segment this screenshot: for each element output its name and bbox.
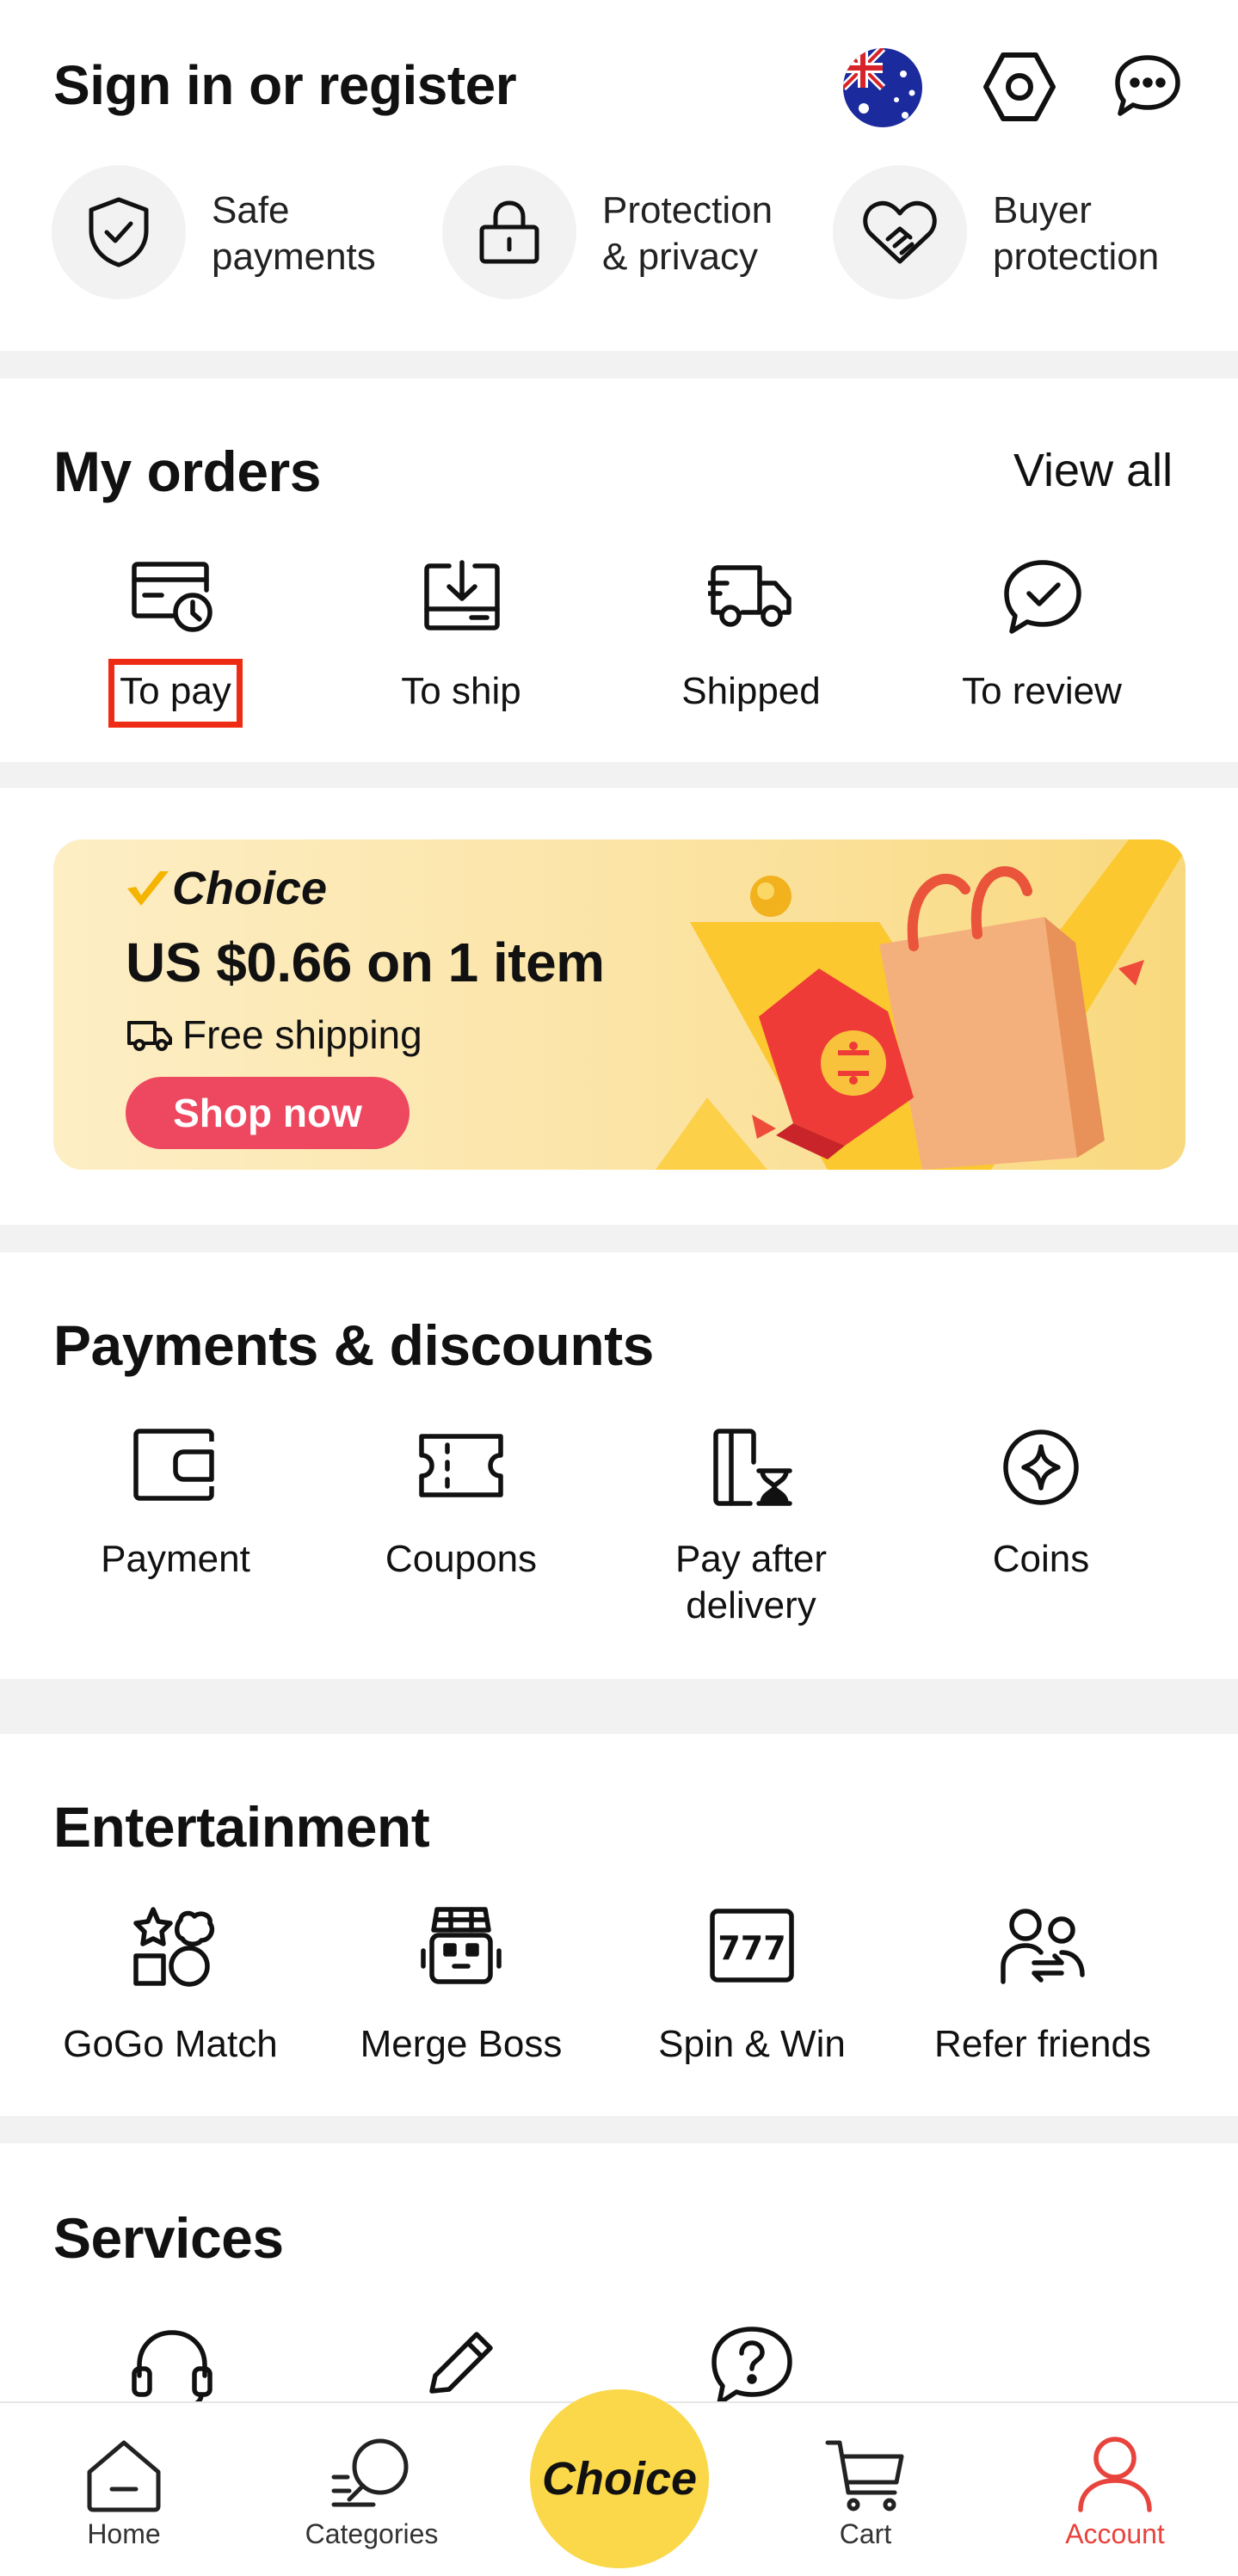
card-hourglass-icon xyxy=(712,1428,795,1507)
svg-text:777: 777 xyxy=(718,1929,785,1967)
services-section: Services xyxy=(0,2143,1238,2409)
entertainment-title: Entertainment xyxy=(53,1795,430,1859)
australia-flag-icon[interactable] xyxy=(843,48,922,127)
tab-cart[interactable]: Cart xyxy=(779,2438,952,2550)
services-title: Services xyxy=(53,2206,284,2270)
pay-after-delivery-label: Pay after delivery xyxy=(674,1538,828,1626)
safe-payments-label: Safe payments xyxy=(212,189,376,278)
choice-badge: Choice xyxy=(541,2453,698,2505)
delivery-truck-icon xyxy=(127,1021,172,1051)
handshake-heart-icon xyxy=(833,165,967,299)
payment-label: Payment xyxy=(101,1538,250,1580)
headset-icon[interactable] xyxy=(129,2324,215,2410)
tab-categories[interactable]: Categories xyxy=(286,2434,458,2550)
to-pay-label: To pay xyxy=(120,670,231,712)
view-all-link[interactable]: View all xyxy=(1013,444,1173,497)
orders-section: My orders View all To pay To ship Shippe… xyxy=(0,378,1238,762)
payment-item[interactable]: Payment xyxy=(81,1428,270,1634)
coupons-item[interactable]: Coupons xyxy=(366,1428,556,1634)
free-shipping-row: Free shipping xyxy=(126,1011,422,1058)
box-download-icon xyxy=(423,559,501,633)
choice-check-icon xyxy=(127,871,169,906)
orders-title: My orders xyxy=(53,440,321,503)
cart-icon xyxy=(779,2438,952,2513)
tab-home[interactable]: Home xyxy=(38,2438,210,2550)
banner-section: Choice US $0.66 on 1 item Free shipping … xyxy=(0,788,1238,1225)
shield-check-icon xyxy=(52,165,186,299)
settings-hexagon-icon[interactable] xyxy=(982,50,1056,124)
tab-home-label: Home xyxy=(87,2518,161,2549)
choice-promo-banner[interactable]: Choice US $0.66 on 1 item Free shipping … xyxy=(53,839,1186,1170)
card-clock-icon xyxy=(131,559,217,633)
help-bubble-icon[interactable] xyxy=(709,2324,795,2410)
slot-777-icon: 777 xyxy=(709,1908,795,1983)
tab-account-label: Account xyxy=(1065,2518,1165,2549)
home-icon xyxy=(38,2438,210,2513)
spin-win-item[interactable]: 777 Spin & Win xyxy=(631,1906,872,2078)
tab-account[interactable]: Account xyxy=(1029,2434,1201,2550)
robot-icon xyxy=(420,1906,502,1987)
messages-icon[interactable] xyxy=(1113,53,1182,119)
refer-friends-item[interactable]: Refer friends xyxy=(914,1906,1172,2078)
tab-categories-label: Categories xyxy=(305,2518,439,2549)
protection-privacy-label: Protection & privacy xyxy=(602,189,773,278)
entertainment-section: Entertainment GoGo Match Merge Boss 777 … xyxy=(0,1734,1238,2116)
pencil-icon[interactable] xyxy=(420,2324,506,2410)
to-ship-label: To ship xyxy=(401,670,521,712)
shop-now-button[interactable]: Shop now xyxy=(126,1077,410,1149)
header-section: Sign in or register Safe payments Protec… xyxy=(0,0,1238,351)
account-icon xyxy=(1029,2434,1201,2513)
buyer-protection-label: Buyer protection xyxy=(993,189,1160,278)
gogo-match-item[interactable]: GoGo Match xyxy=(50,1906,291,2078)
merge-boss-label: Merge Boss xyxy=(360,2023,563,2065)
coins-item[interactable]: Coins xyxy=(946,1428,1136,1634)
pay-after-delivery-item[interactable]: Pay after delivery xyxy=(644,1428,859,1634)
shapes-match-icon xyxy=(131,1906,217,1987)
order-shipped[interactable]: Shipped xyxy=(656,559,846,722)
payments-section: Payments & discounts Payment Coupons Pay… xyxy=(0,1252,1238,1679)
wallet-icon xyxy=(132,1428,217,1502)
sign-in-title[interactable]: Sign in or register xyxy=(53,53,517,117)
shipped-label: Shipped xyxy=(681,670,821,712)
ticket-icon xyxy=(418,1433,504,1498)
coupons-label: Coupons xyxy=(385,1538,538,1580)
payments-title: Payments & discounts xyxy=(53,1313,654,1377)
spin-win-label: Spin & Win xyxy=(658,2023,846,2065)
lock-icon xyxy=(442,165,576,299)
order-to-pay[interactable]: To pay xyxy=(81,559,270,728)
tab-cart-label: Cart xyxy=(839,2518,892,2549)
choice-brand: Choice xyxy=(126,862,327,915)
categories-search-icon xyxy=(286,2434,458,2513)
order-to-ship[interactable]: To ship xyxy=(366,559,556,722)
merge-boss-item[interactable]: Merge Boss xyxy=(341,1906,582,2078)
coin-star-icon xyxy=(1001,1428,1081,1507)
people-refer-icon xyxy=(1000,1906,1086,1987)
banner-headline: US $0.66 on 1 item xyxy=(126,931,605,993)
refer-friends-label: Refer friends xyxy=(934,2023,1151,2065)
order-to-review[interactable]: To review xyxy=(936,559,1148,722)
gogo-match-label: GoGo Match xyxy=(63,2023,278,2065)
truck-icon xyxy=(708,561,794,633)
coins-label: Coins xyxy=(992,1538,1090,1580)
tab-choice[interactable]: Choice xyxy=(530,2389,709,2568)
to-review-label: To review xyxy=(962,670,1122,712)
chat-check-icon xyxy=(1003,559,1082,635)
